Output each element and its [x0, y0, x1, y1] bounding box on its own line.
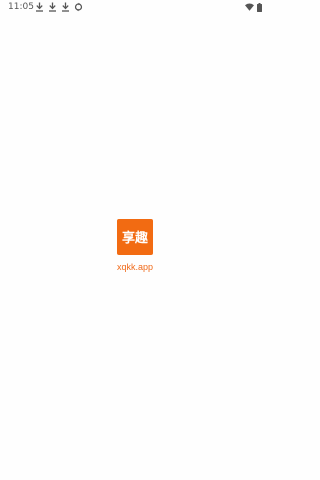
app-logo: 享趣 — [117, 219, 153, 255]
download-icon — [49, 2, 56, 12]
status-bar: 11:05 — [0, 0, 270, 14]
splash-screen: 11:05 享趣 xqkk.app — [0, 0, 270, 480]
app-logo-wordmark: 享趣 — [122, 230, 149, 246]
notification-icons — [35, 2, 83, 12]
status-time: 11:05 — [8, 2, 34, 12]
app-url-text: xqkk.app — [116, 262, 154, 272]
wifi-icon — [245, 3, 254, 11]
download-icon — [62, 2, 69, 12]
svg-text:享趣: 享趣 — [122, 230, 149, 246]
sync-icon — [74, 2, 83, 12]
download-icon — [36, 2, 43, 12]
system-icons — [245, 2, 262, 12]
battery-icon — [257, 2, 262, 12]
